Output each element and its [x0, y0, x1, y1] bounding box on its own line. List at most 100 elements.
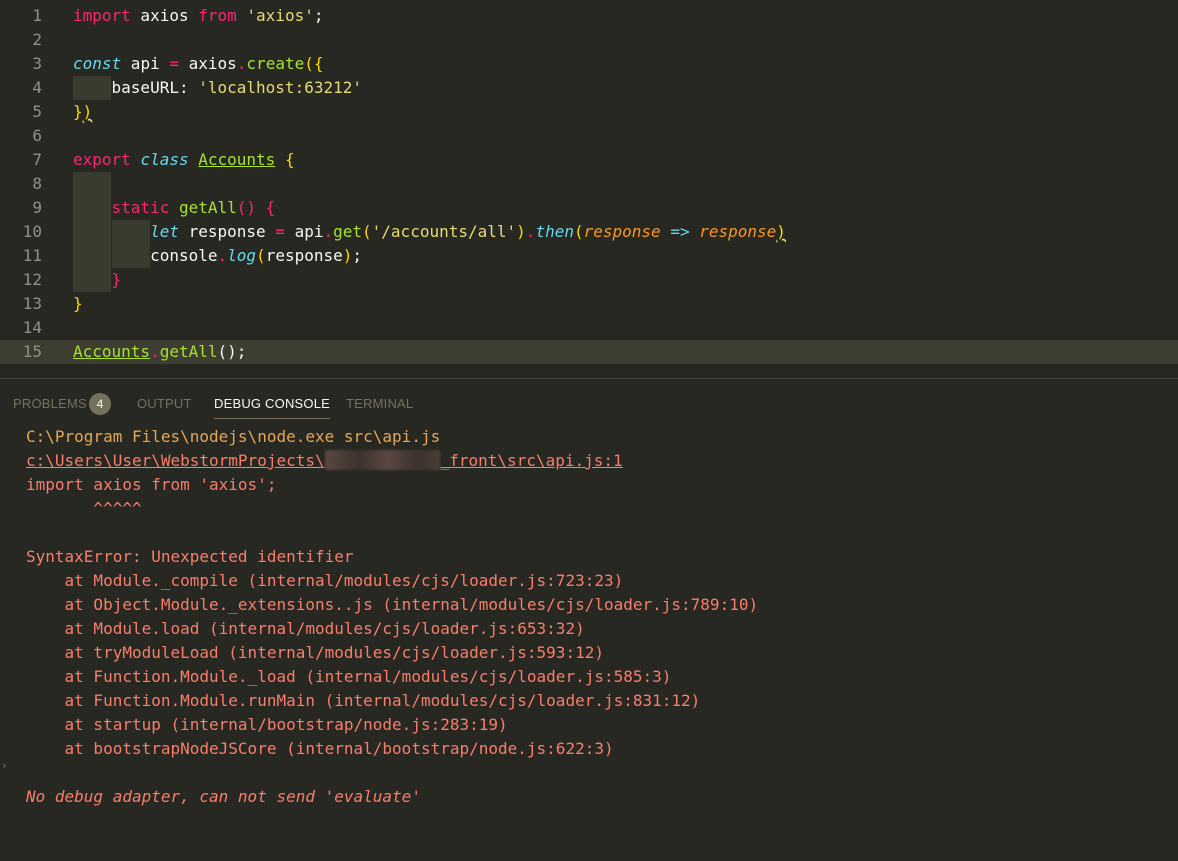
console-source-line: import axios from 'axios'; — [26, 475, 277, 494]
code-token: . — [150, 342, 160, 361]
code-token: ) — [776, 222, 786, 241]
code-token: } — [111, 270, 122, 289]
code-token: '/accounts/all' — [371, 222, 517, 241]
line-code: Accounts.getAll(); — [73, 340, 246, 364]
code-token: (); — [217, 342, 247, 361]
code-token: get — [333, 222, 363, 241]
console-error-message: SyntaxError: Unexpected identifier — [26, 547, 354, 566]
code-token: let — [150, 222, 179, 241]
code-token: ( — [256, 246, 266, 265]
source-link-suffix: _front\src\api.js:1 — [439, 451, 623, 470]
source-link-prefix: c:\Users\User\WebstormProjects\ — [26, 451, 325, 470]
line-number: 8 — [32, 174, 42, 193]
redacted-segment — [324, 450, 440, 470]
code-token: import — [73, 6, 131, 25]
tab-debug-console[interactable]: DEBUG CONSOLE — [214, 396, 331, 419]
console-source-link[interactable]: c:\Users\User\WebstormProjects\ _front\sr… — [26, 449, 623, 473]
code-token: axios — [130, 6, 199, 25]
bottom-panel: PROBLEMS 4 OUTPUT DEBUG CONSOLE TERMINAL… — [0, 379, 1178, 861]
code-token: console — [73, 246, 218, 265]
code-line[interactable]: 10 let response = api.get('/accounts/all… — [0, 220, 1178, 244]
stack-frame: at Object.Module._extensions..js (intern… — [26, 595, 759, 614]
console-command: C:\Program Files\nodejs\node.exe src\api… — [26, 427, 441, 446]
line-code: console.log(response); — [73, 244, 362, 268]
code-line[interactable]: 12 } — [0, 268, 1178, 292]
line-code: }) — [73, 100, 92, 124]
code-token: getAll — [159, 342, 218, 361]
code-token: () { — [236, 198, 276, 217]
code-token: Accounts — [198, 150, 276, 169]
code-token: => — [670, 222, 690, 241]
code-line[interactable]: 1 import axios from 'axios'; — [0, 4, 1178, 28]
code-token: response — [583, 222, 661, 241]
code-token: response — [699, 222, 777, 241]
code-token: Accounts — [73, 342, 151, 361]
line-code: export class Accounts { — [73, 148, 295, 172]
code-token: ) — [516, 222, 526, 241]
code-line[interactable]: 8 — [0, 172, 1178, 196]
line-number: 15 — [22, 342, 42, 361]
tab-output[interactable]: OUTPUT — [137, 396, 192, 411]
line-number: 14 — [22, 318, 42, 337]
tab-terminal[interactable]: TERMINAL — [346, 396, 413, 411]
code-token: ; — [352, 246, 363, 265]
code-line[interactable]: 14 — [0, 316, 1178, 340]
problems-count-badge: 4 — [89, 393, 111, 415]
code-line[interactable]: 2 — [0, 28, 1178, 52]
line-code: } — [73, 268, 122, 292]
code-token: = — [169, 54, 179, 73]
code-token: . — [323, 222, 334, 241]
code-token: { — [284, 150, 295, 169]
panel-tab-bar: PROBLEMS 4 OUTPUT DEBUG CONSOLE TERMINAL — [0, 379, 1178, 429]
stack-frame: at startup (internal/bootstrap/node.js:2… — [26, 715, 508, 734]
code-token: ( — [362, 222, 372, 241]
line-number: 3 — [32, 54, 42, 73]
code-token: baseURL: — [73, 78, 199, 97]
stack-frame: at Function.Module.runMain (internal/mod… — [26, 691, 701, 710]
code-token: ( — [573, 222, 584, 241]
tab-problems[interactable]: PROBLEMS — [13, 396, 87, 411]
code-editor[interactable]: 1 import axios from 'axios'; 2 3 const api =… — [0, 0, 1178, 378]
code-token: api — [284, 222, 324, 241]
line-code: baseURL: 'localhost:63212' — [73, 76, 362, 100]
line-number: 2 — [32, 30, 42, 49]
chevron-right-icon[interactable]: › — [1, 759, 8, 772]
code-token: 'axios' — [246, 6, 314, 25]
stack-frame: at Module.load (internal/modules/cjs/loa… — [26, 619, 585, 638]
code-line[interactable]: 15 Accounts.getAll(); — [0, 340, 1178, 364]
code-token: then — [535, 222, 574, 241]
code-token: create — [246, 54, 305, 73]
code-line[interactable]: 11 console.log(response); — [0, 244, 1178, 268]
code-line[interactable]: 3 const api = axios.create({ — [0, 52, 1178, 76]
line-number: 4 — [32, 78, 42, 97]
code-line[interactable]: 13} — [0, 292, 1178, 316]
code-token: 'localhost:63212' — [198, 78, 362, 97]
code-line[interactable]: 5}) — [0, 100, 1178, 124]
code-token: ) — [82, 102, 93, 121]
code-token: response — [265, 246, 343, 265]
line-number: 12 — [22, 270, 42, 289]
code-line[interactable]: 6 — [0, 124, 1178, 148]
line-code: static getAll() { — [73, 196, 276, 220]
stack-frame: at bootstrapNodeJSCore (internal/bootstr… — [26, 739, 614, 758]
line-code: const api = axios.create({ — [73, 52, 323, 76]
code-token: static — [111, 198, 170, 217]
code-token: api — [121, 54, 170, 73]
line-number: 5 — [32, 102, 42, 121]
indent-guide — [73, 172, 111, 196]
code-token: export — [73, 150, 131, 169]
code-line[interactable]: 9 static getAll() { — [0, 196, 1178, 220]
console-adapter-message: No debug adapter, can not send 'evaluate… — [26, 787, 421, 806]
code-line[interactable]: 7 export class Accounts { — [0, 148, 1178, 172]
code-token: axios — [178, 54, 237, 73]
code-line[interactable]: 4 baseURL: 'localhost:63212' — [0, 76, 1178, 100]
line-number: 10 — [22, 222, 42, 241]
line-code: import axios from 'axios'; — [73, 4, 323, 28]
